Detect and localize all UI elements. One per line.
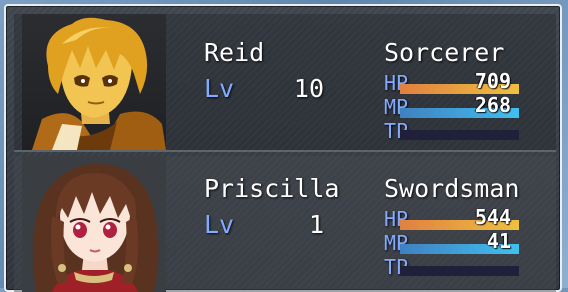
status-window: Reid Sorcerer Lv 10 HP 709 MP 268 TP Pri… — [4, 4, 562, 292]
actor-face-portrait — [22, 14, 166, 150]
divider — [14, 150, 556, 152]
level-label: Lv — [204, 210, 235, 239]
blond-young-man-portrait-icon — [22, 14, 166, 150]
actor-face-portrait — [22, 156, 166, 292]
actor-name: Reid — [204, 38, 265, 67]
mp-value: 41 — [486, 229, 511, 253]
hp-value: 544 — [474, 205, 511, 229]
actor-row-reid[interactable]: Reid Sorcerer Lv 10 HP 709 MP 268 TP — [14, 14, 556, 150]
actor-row-priscilla[interactable]: Priscilla Swordsman Lv 1 HP 544 MP 41 TP — [14, 156, 556, 292]
hp-value: 709 — [474, 69, 511, 93]
actor-class: Sorcerer — [384, 38, 505, 67]
mp-value: 268 — [474, 93, 511, 117]
level-value: 1 — [308, 210, 324, 239]
brown-haired-girl-portrait-icon — [22, 156, 166, 292]
actor-class: Swordsman — [384, 174, 520, 203]
tp-gauge — [400, 266, 519, 276]
tp-gauge — [400, 130, 519, 140]
level-label: Lv — [204, 74, 235, 103]
actor-name: Priscilla — [204, 174, 340, 203]
level-value: 10 — [293, 74, 324, 103]
